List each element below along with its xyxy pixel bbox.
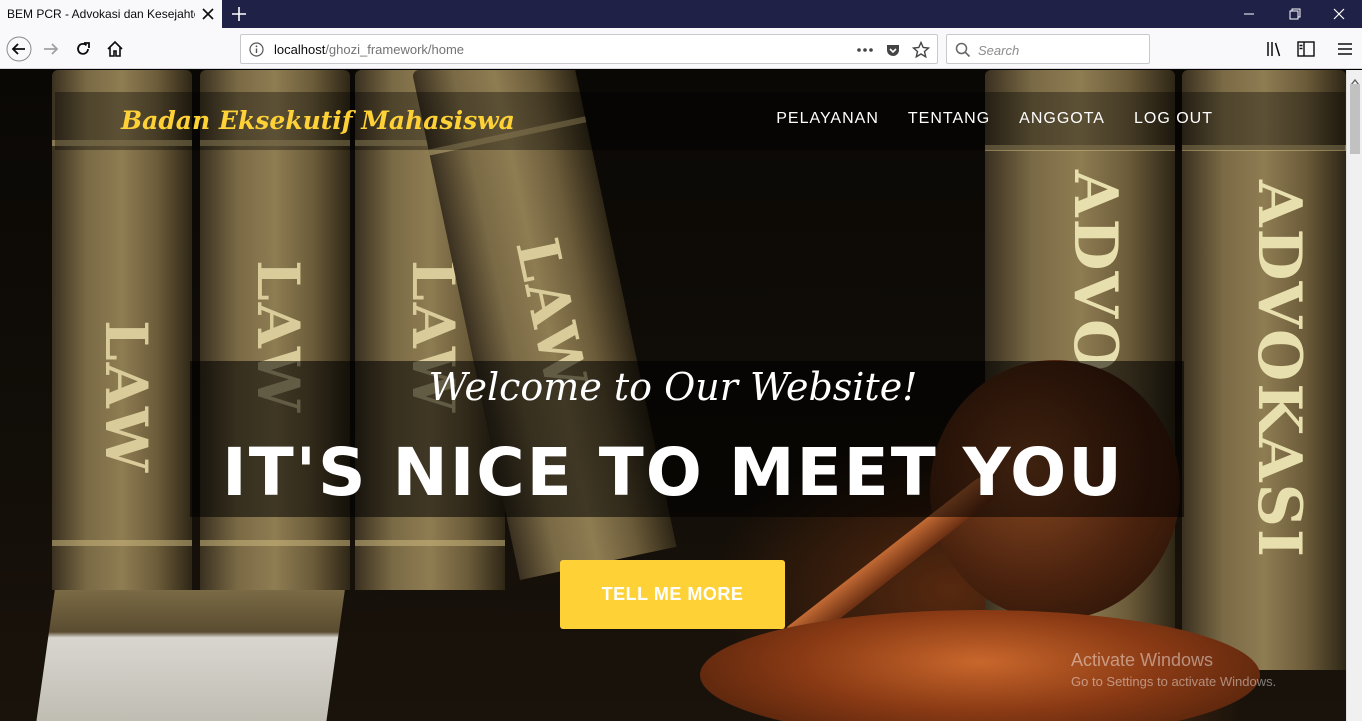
scrollbar-thumb[interactable] bbox=[1350, 84, 1360, 154]
main-menu: PELAYANAN TENTANG ANGGOTA LOG OUT bbox=[776, 110, 1213, 128]
restore-icon[interactable] bbox=[1272, 0, 1318, 28]
reload-icon[interactable] bbox=[70, 36, 96, 62]
hero-subtitle: Welcome to Our Website! bbox=[428, 365, 918, 409]
menu-item-pelayanan[interactable]: PELAYANAN bbox=[776, 110, 879, 128]
more-icon[interactable] bbox=[855, 40, 875, 60]
pocket-icon[interactable] bbox=[883, 40, 903, 60]
navigation-toolbar: localhost/ghozi_framework/home Search bbox=[0, 28, 1362, 69]
watermark-subtitle: Go to Settings to activate Windows. bbox=[1071, 674, 1277, 689]
hero-title: IT'S NICE TO MEET YOU bbox=[222, 434, 1124, 511]
forward-icon[interactable] bbox=[38, 36, 64, 62]
close-window-icon[interactable] bbox=[1316, 0, 1362, 28]
menu-icon[interactable] bbox=[1332, 36, 1358, 62]
search-placeholder: Search bbox=[978, 43, 1020, 58]
url-path: /ghozi_framework/home bbox=[325, 42, 465, 57]
tell-me-more-button[interactable]: TELL ME MORE bbox=[560, 560, 785, 629]
library-icon[interactable] bbox=[1262, 36, 1288, 62]
browser-tab[interactable]: BEM PCR - Advokasi dan Kesejahteraan bbox=[0, 0, 222, 28]
close-icon[interactable] bbox=[200, 6, 216, 22]
tab-title: BEM PCR - Advokasi dan Kesejahteraan bbox=[7, 7, 195, 21]
back-icon[interactable] bbox=[6, 36, 32, 62]
minimize-icon[interactable] bbox=[1226, 0, 1272, 28]
plus-icon[interactable] bbox=[229, 4, 249, 24]
url-text: localhost/ghozi_framework/home bbox=[274, 42, 464, 57]
book-label: ADVO bbox=[1060, 170, 1130, 374]
home-icon[interactable] bbox=[102, 36, 128, 62]
closed-book bbox=[35, 590, 345, 721]
activate-windows-watermark: Activate Windows Go to Settings to activ… bbox=[1071, 650, 1276, 689]
page-viewport: LAW LAW LAW LAW ADVO ADVOKASI Badan Ekse… bbox=[0, 70, 1346, 721]
search-icon bbox=[955, 42, 971, 58]
star-icon[interactable] bbox=[911, 40, 931, 60]
menu-item-anggota[interactable]: ANGGOTA bbox=[1019, 110, 1105, 128]
menu-item-logout[interactable]: LOG OUT bbox=[1134, 110, 1213, 128]
menu-item-tentang[interactable]: TENTANG bbox=[908, 110, 990, 128]
page-scrollbar[interactable] bbox=[1346, 70, 1362, 721]
sidebar-icon[interactable] bbox=[1293, 36, 1319, 62]
info-icon[interactable] bbox=[249, 42, 264, 57]
tab-strip: BEM PCR - Advokasi dan Kesejahteraan bbox=[0, 0, 1362, 28]
url-host: localhost bbox=[274, 42, 326, 57]
search-bar[interactable]: Search bbox=[946, 34, 1150, 64]
site-brand[interactable]: Badan Eksekutif Mahasiswa bbox=[121, 106, 515, 135]
url-bar[interactable]: localhost/ghozi_framework/home bbox=[240, 34, 938, 64]
watermark-title: Activate Windows bbox=[1071, 650, 1214, 670]
scroll-up-icon[interactable] bbox=[1350, 73, 1360, 86]
